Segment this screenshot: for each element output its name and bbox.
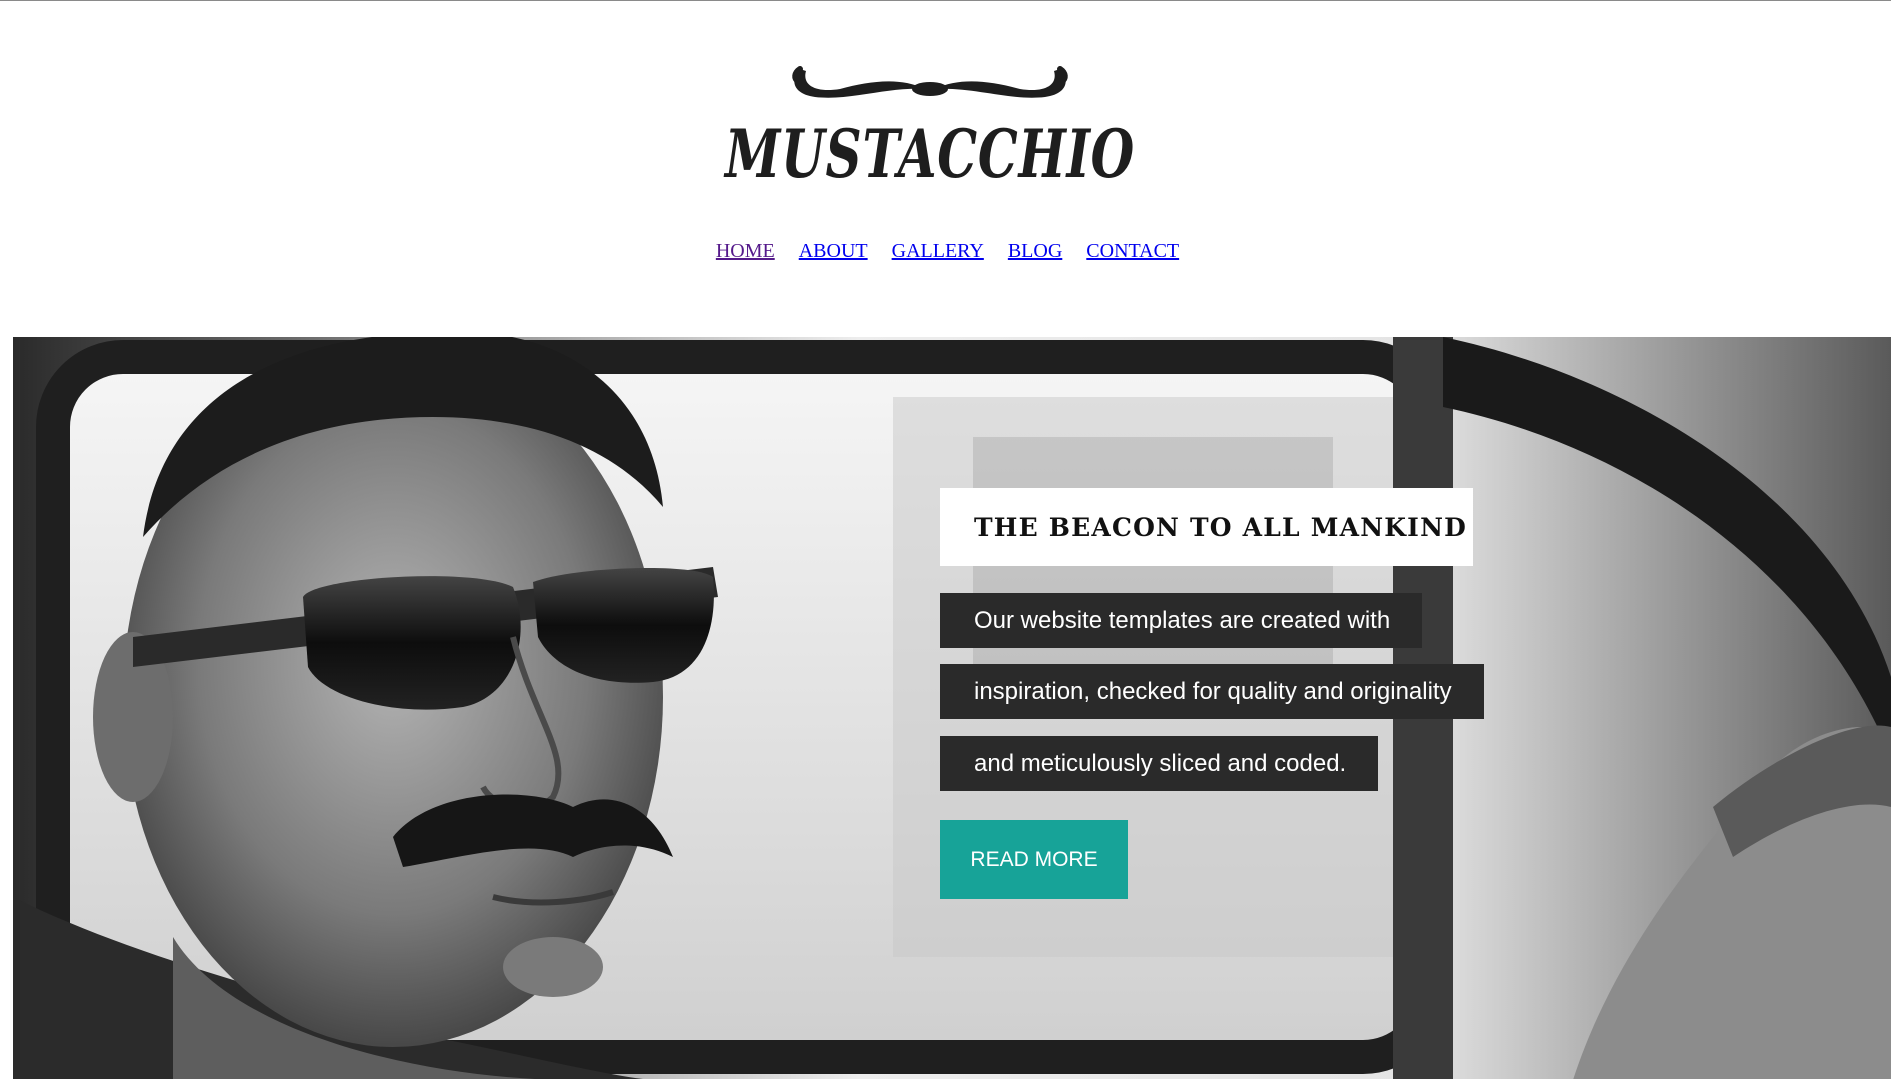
hero-headline-box: THE BEACON TO ALL MANKIND — [940, 488, 1473, 566]
nav-blog-link[interactable]: BLOG — [1008, 240, 1062, 263]
hero-banner: THE BEACON TO ALL MANKIND Our website te… — [13, 337, 1891, 1079]
hero-description-text: inspiration, checked for quality and ori… — [974, 677, 1452, 705]
hero-headline: THE BEACON TO ALL MANKIND — [974, 512, 1468, 542]
hero-description-text: and meticulously sliced and coded. — [974, 749, 1347, 777]
mustache-logo-icon: MUSTACCHIO — [723, 66, 1135, 189]
nav-about-link[interactable]: ABOUT — [799, 240, 868, 263]
hero-description-text: Our website templates are created with — [974, 606, 1391, 634]
page: MUSTACCHIO HOME ABOUT GALLERY BLOG CONTA… — [0, 0, 1891, 1079]
read-more-button[interactable]: READ MORE — [940, 820, 1128, 899]
hero-description-line-2: inspiration, checked for quality and ori… — [940, 664, 1484, 719]
nav-gallery-link[interactable]: GALLERY — [892, 240, 984, 263]
logo-text: MUSTACCHIO — [723, 115, 1135, 189]
hero-description-line-1: Our website templates are created with — [940, 593, 1423, 648]
site-logo[interactable]: MUSTACCHIO — [720, 59, 1140, 189]
hero-description-line-3: and meticulously sliced and coded. — [940, 736, 1379, 791]
nav-contact-link[interactable]: CONTACT — [1086, 240, 1179, 263]
read-more-label: READ MORE — [970, 847, 1098, 871]
main-nav: HOME ABOUT GALLERY BLOG CONTACT — [0, 237, 1891, 265]
nav-home-link[interactable]: HOME — [716, 240, 775, 263]
